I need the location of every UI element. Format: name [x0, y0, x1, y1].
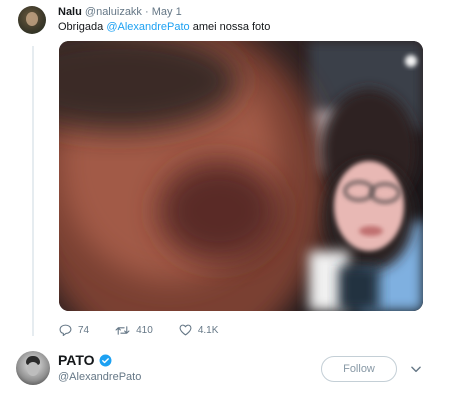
reply-count: 74: [78, 324, 90, 336]
retweet-count: 410: [136, 324, 153, 336]
retweet-icon: [115, 325, 130, 335]
tweet-header: Nalu @naluizakk · May 1: [58, 6, 182, 18]
follow-button[interactable]: Follow: [321, 356, 397, 382]
tweet-text-before: Obrigada: [58, 21, 107, 33]
tweet-text: Obrigada @AlexandrePato amei nossa foto: [58, 21, 270, 33]
avatar-pato[interactable]: [16, 351, 50, 385]
reply-icon: [59, 324, 72, 336]
profile-handle[interactable]: @AlexandrePato: [58, 371, 141, 383]
profile-name-row: PATO: [58, 352, 112, 368]
like-button[interactable]: 4.1K: [179, 324, 219, 336]
mention-link[interactable]: @AlexandrePato: [106, 21, 189, 33]
blurry-selfie-image: [59, 41, 423, 311]
tweet-text-after: amei nossa foto: [189, 21, 271, 33]
tweet-date[interactable]: May 1: [152, 6, 182, 18]
profile-name[interactable]: PATO: [58, 352, 95, 368]
verified-badge-icon: [99, 354, 112, 366]
like-count: 4.1K: [197, 324, 219, 336]
author-name[interactable]: Nalu: [58, 6, 82, 18]
separator-dot: ·: [145, 6, 149, 18]
heart-icon: [179, 324, 192, 336]
author-handle[interactable]: @naluizakk: [85, 6, 142, 18]
avatar-nalu[interactable]: [18, 6, 46, 34]
retweet-button[interactable]: 410: [115, 325, 153, 336]
reply-button[interactable]: 74: [59, 324, 89, 336]
tweet-actions: 74 410 4.1K: [59, 322, 244, 338]
thread-line: [32, 46, 34, 336]
chevron-down-icon[interactable]: [409, 362, 423, 376]
tweet-photo[interactable]: [59, 41, 423, 311]
